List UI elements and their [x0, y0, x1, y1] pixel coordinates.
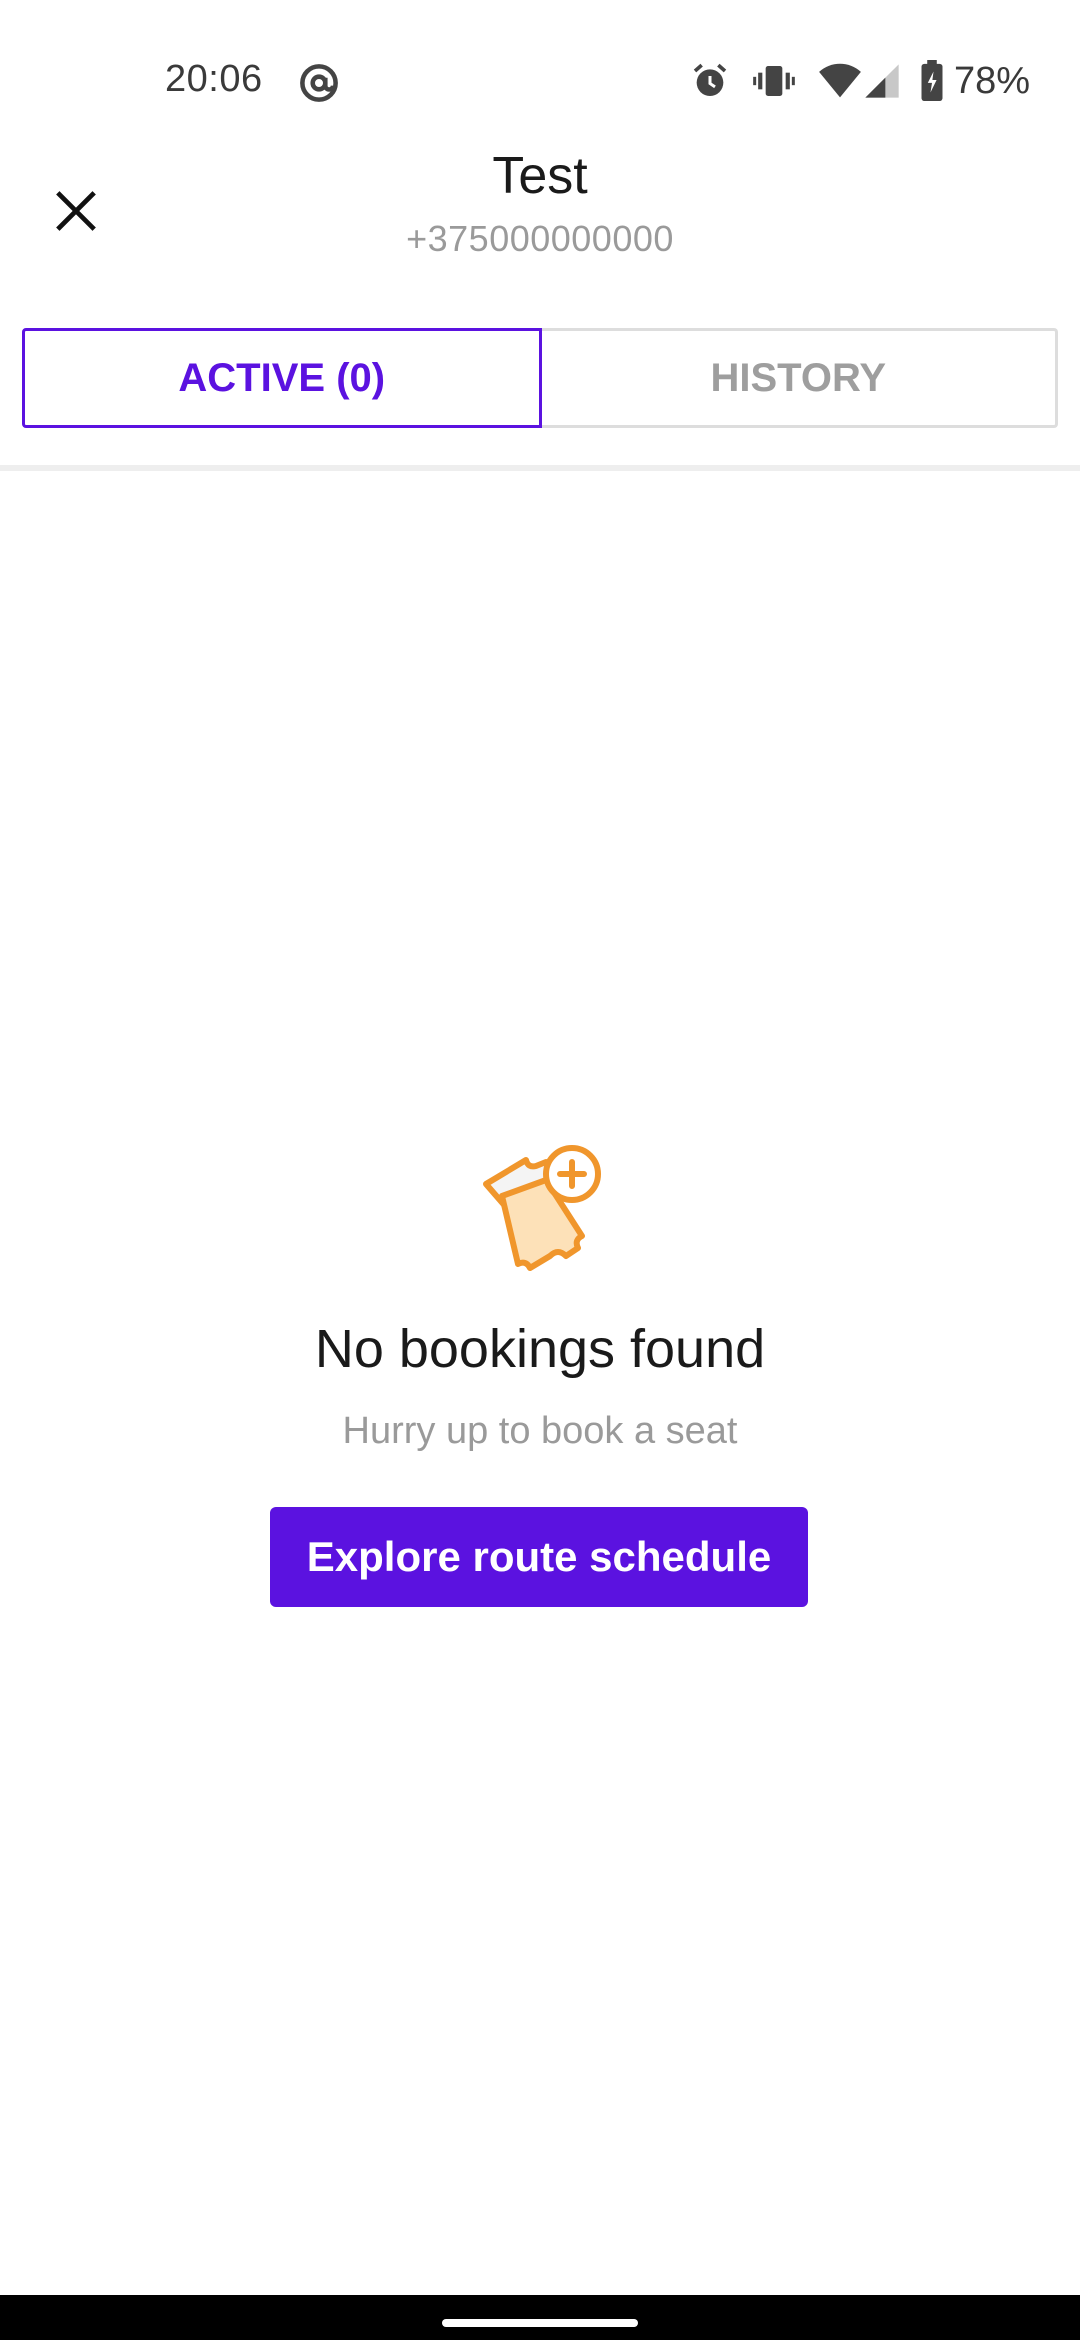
signal-icon — [865, 64, 899, 98]
empty-state-subtitle: Hurry up to book a seat — [342, 1410, 738, 1452]
tab-history[interactable]: HISTORY — [541, 328, 1058, 428]
empty-state-title: No bookings found — [314, 1319, 766, 1379]
status-icons: 78% — [690, 56, 1030, 106]
status-bar: 20:06 78% — [0, 0, 1080, 130]
phone-number: +375000000000 — [406, 218, 674, 259]
alarm-icon — [693, 63, 727, 96]
battery-percentage: 78% — [953, 59, 1030, 102]
divider — [0, 465, 1080, 471]
bookings-tabs: ACTIVE (0) HISTORY — [22, 328, 1058, 428]
bookings-screen: 20:06 78% Test +375000000000 ACTIVE (0) … — [0, 0, 1080, 2340]
at-sign-icon — [300, 64, 338, 102]
page-title: Test — [492, 147, 588, 205]
navigation-bar — [0, 2295, 1080, 2340]
wifi-icon — [819, 63, 861, 98]
home-gesture-handle[interactable] — [442, 2319, 638, 2327]
explore-route-schedule-button[interactable]: Explore route schedule — [270, 1507, 808, 1607]
status-time: 20:06 — [165, 58, 263, 100]
tab-active[interactable]: ACTIVE (0) — [22, 328, 542, 428]
ticket-add-icon — [483, 1145, 601, 1271]
vibrate-icon — [753, 66, 795, 96]
battery-icon — [921, 60, 943, 102]
